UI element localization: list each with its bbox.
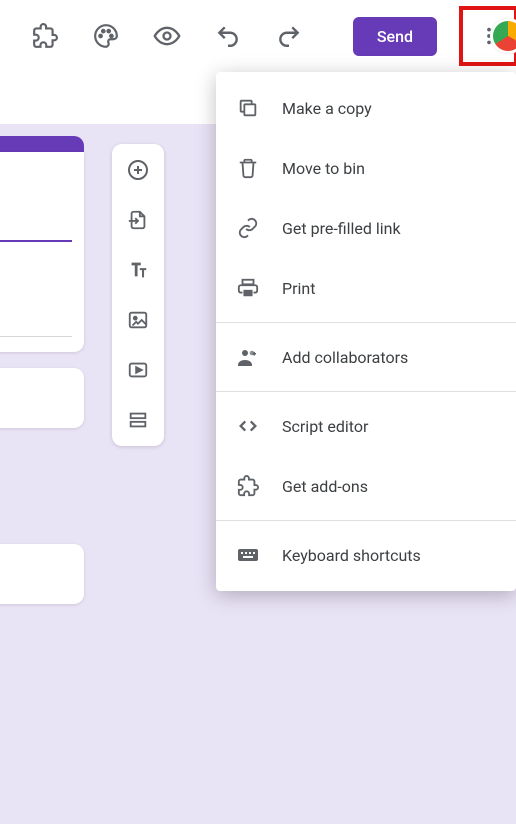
tool-palette [112,144,164,446]
more-menu: Make a copy Move to bin Get pre-filled l… [216,72,516,591]
add-title-icon[interactable] [122,254,154,286]
menu-prefilled-link[interactable]: Get pre-filled link [216,198,516,258]
send-button[interactable]: Send [353,17,437,56]
add-image-icon[interactable] [122,304,154,336]
keyboard-icon [236,543,260,567]
copy-icon [236,96,260,120]
menu-separator [216,322,516,323]
topbar: Send [0,0,516,72]
menu-item-label: Get pre-filled link [282,219,401,238]
input-underline [0,240,72,242]
menu-item-label: Add collaborators [282,348,408,367]
menu-item-label: Keyboard shortcuts [282,546,421,565]
menu-get-addons[interactable]: Get add-ons [216,456,516,516]
menu-item-label: Script editor [282,417,368,436]
menu-item-label: Move to bin [282,159,365,178]
card-accent [0,136,84,152]
form-card[interactable] [0,152,84,352]
menu-separator [216,520,516,521]
menu-keyboard-shortcuts[interactable]: Keyboard shortcuts [216,525,516,585]
link-icon [236,216,260,240]
import-question-icon[interactable] [122,204,154,236]
menu-item-label: Get add-ons [282,477,368,496]
undo-icon[interactable] [207,14,250,58]
code-icon [236,414,260,438]
menu-add-collaborators[interactable]: Add collaborators [216,327,516,387]
form-card-2[interactable] [0,368,84,428]
puzzle-icon [236,474,260,498]
add-question-icon[interactable] [122,154,154,186]
menu-print[interactable]: Print [216,258,516,318]
menu-script-editor[interactable]: Script editor [216,396,516,456]
add-section-icon[interactable] [122,404,154,436]
group-add-icon [236,345,260,369]
theme-icon[interactable] [85,14,128,58]
print-icon [236,276,260,300]
menu-make-copy[interactable]: Make a copy [216,78,516,138]
add-video-icon[interactable] [122,354,154,386]
trash-icon [236,156,260,180]
addons-icon[interactable] [24,14,67,58]
input-underline-2 [0,336,72,337]
menu-separator [216,391,516,392]
menu-move-to-bin[interactable]: Move to bin [216,138,516,198]
preview-icon[interactable] [146,14,189,58]
menu-item-label: Print [282,279,315,298]
redo-icon[interactable] [268,14,311,58]
menu-item-label: Make a copy [282,99,372,118]
form-card-3[interactable] [0,544,84,604]
